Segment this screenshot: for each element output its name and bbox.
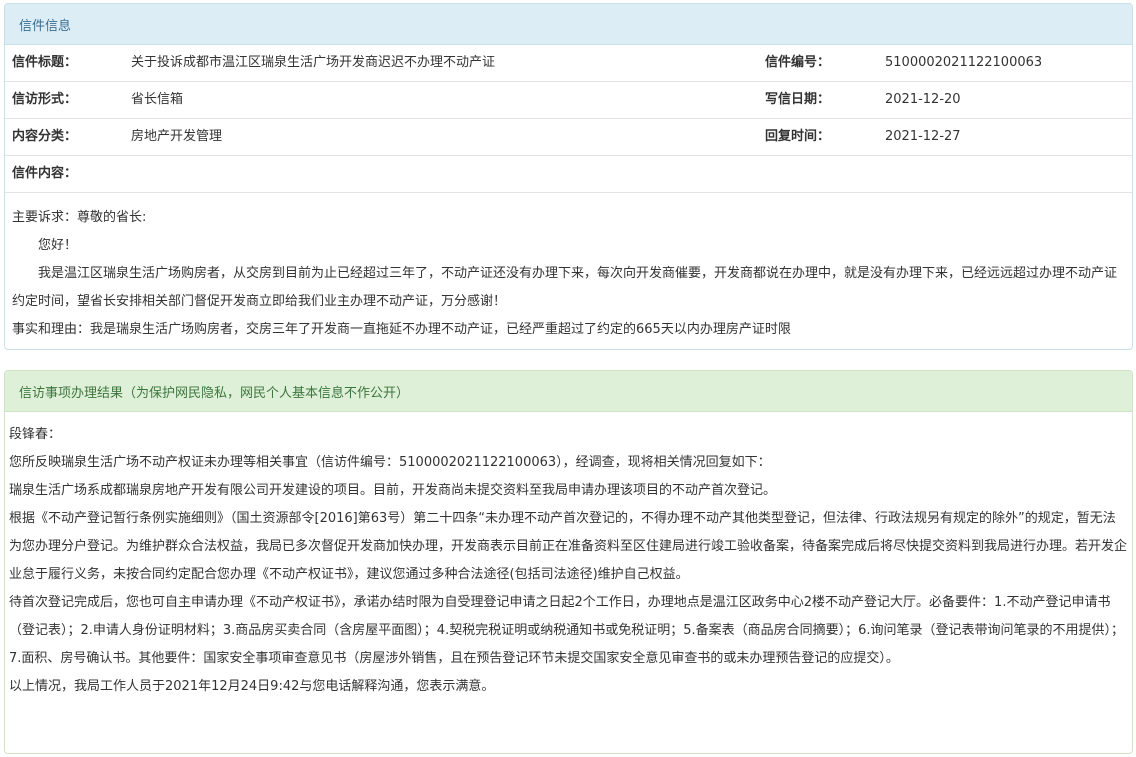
info-row-title: 信件标题： 关于投诉成都市温江区瑞泉生活广场开发商迟迟不办理不动产证 信件编号：… — [5, 45, 1132, 82]
letter-content-label: 信件内容： — [12, 166, 78, 181]
letter-title-value: 关于投诉成都市温江区瑞泉生活广场开发商迟迟不办理不动产证 — [131, 55, 496, 70]
write-date-value: 2021-12-20 — [885, 92, 961, 107]
letter-number-label: 信件编号： — [765, 55, 831, 70]
letter-content-line: 您好！ — [38, 238, 78, 253]
result-paragraph: 以上情况，我局工作人员于2021年12月24日9:42与您电话解释沟通，您表示满… — [9, 679, 495, 694]
result-panel: 信访事项办理结果（为保护网民隐私，网民个人基本信息不作公开） 段锋春： 您所反映… — [4, 370, 1133, 754]
result-paragraph: 您所反映瑞泉生活广场不动产权证未办理等相关事宜（信访件编号：5100002021… — [9, 455, 771, 470]
letter-content-line: 事实和理由：我是瑞泉生活广场购房者，交房三年了开发商一直拖延不办理不动产证，已经… — [12, 322, 791, 337]
petition-form-label: 信访形式： — [12, 92, 78, 107]
letter-info-panel: 信件信息 信件标题： 关于投诉成都市温江区瑞泉生活广场开发商迟迟不办理不动产证 … — [4, 3, 1133, 350]
reply-date-label: 回复时间： — [765, 129, 831, 144]
result-paragraph: 待首次登记完成后，您也可自主申请办理《不动产权证书》，承诺办结时限为自受理登记申… — [9, 595, 1125, 666]
letter-content-line: 我是温江区瑞泉生活广场购房者，从交房到目前为止已经超过三年了，不动产证还没有办理… — [12, 266, 1118, 309]
info-row-category: 内容分类： 房地产开发管理 回复时间： 2021-12-27 — [5, 119, 1132, 156]
result-heading: 信访事项办理结果（为保护网民隐私，网民个人基本信息不作公开） — [5, 371, 1132, 412]
write-date-label: 写信日期： — [765, 92, 831, 107]
result-body: 段锋春： 您所反映瑞泉生活广场不动产权证未办理等相关事宜（信访件编号：51000… — [5, 412, 1132, 701]
letter-number-value: 5100002021122100063 — [885, 55, 1043, 70]
info-row-form: 信访形式： 省长信箱 写信日期： 2021-12-20 — [5, 82, 1132, 119]
petition-form-value: 省长信箱 — [131, 92, 184, 107]
content-category-value: 房地产开发管理 — [131, 129, 223, 144]
letter-info-heading: 信件信息 — [5, 4, 1132, 45]
result-paragraph: 根据《不动产登记暂行条例实施细则》（国土资源部令[2016]第63号）第二十四条… — [9, 511, 1128, 582]
letter-title-label: 信件标题： — [12, 55, 78, 70]
info-row-content-label: 信件内容： — [5, 156, 1132, 193]
result-paragraph: 瑞泉生活广场系成都瑞泉房地产开发有限公司开发建设的项目。目前，开发商尚未提交资料… — [9, 483, 777, 498]
result-paragraph: 段锋春： — [9, 427, 62, 442]
letter-content-body: 主要诉求：尊敬的省长: 您好！ 我是温江区瑞泉生活广场购房者，从交房到目前为止已… — [5, 193, 1132, 344]
content-category-label: 内容分类： — [12, 129, 78, 144]
reply-date-value: 2021-12-27 — [885, 129, 961, 144]
letter-content-line: 主要诉求：尊敬的省长: — [12, 210, 147, 225]
